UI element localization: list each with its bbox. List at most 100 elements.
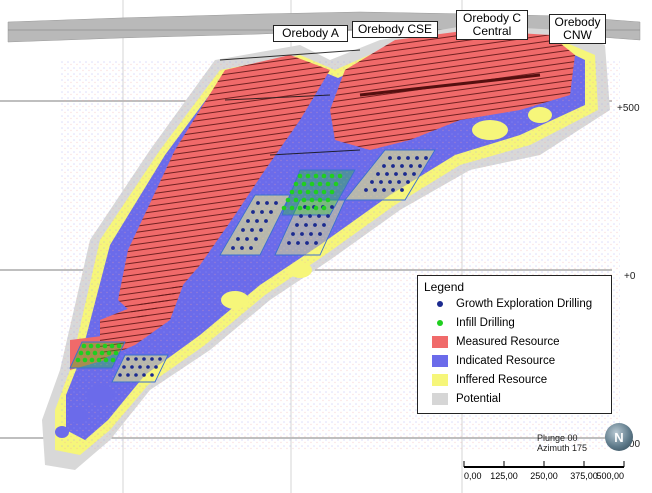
orebody-cnw-label: Orebody CNW [549, 14, 606, 44]
drill-hole-dot [313, 189, 319, 195]
drill-hole-dot [317, 214, 321, 218]
drill-hole-dot [337, 173, 343, 179]
drill-hole-dot [89, 357, 95, 363]
drill-hole-dot [329, 189, 335, 195]
drill-hole-dot [293, 181, 299, 187]
drill-hole-dot [317, 197, 323, 203]
drill-hole-dot [305, 241, 309, 245]
swatch-icon [432, 355, 448, 367]
drill-hole-dot [245, 237, 249, 241]
drill-hole-dot [250, 228, 254, 232]
scale-bar: 0,00 125,00 250,00 375,00500,00 [463, 461, 625, 481]
legend-item-label: Inffered Resource [456, 374, 548, 386]
drill-hole-dot [295, 223, 299, 227]
drill-hole-dot [329, 173, 335, 179]
view-orientation: Plunge 00 Azimuth 175 [537, 433, 587, 453]
drill-hole-dot [130, 365, 134, 369]
drill-hole-dot [313, 173, 319, 179]
scale-tick-label: 125,00 [490, 471, 518, 481]
scale-tick-label: 500,00 [596, 471, 624, 481]
legend-item-indicated: Indicated Resource [432, 353, 555, 369]
drill-hole-dot [333, 181, 339, 187]
swatch-icon [432, 393, 448, 405]
drill-hole-dot [118, 373, 122, 377]
drill-hole-dot [382, 188, 386, 192]
drill-hole-dot [264, 219, 268, 223]
legend-title: Legend [424, 280, 465, 294]
dot-icon [437, 301, 443, 307]
drill-hole-dot [109, 343, 115, 349]
drill-hole-dot [95, 343, 101, 349]
drill-hole-dot [81, 343, 87, 349]
drill-hole-dot [415, 156, 419, 160]
scale-tick-label: 250,00 [530, 471, 558, 481]
drill-hole-dot [321, 205, 327, 211]
drill-hole-dot [391, 188, 395, 192]
legend-item-label: Infill Drilling [456, 317, 515, 329]
drill-hole-dot [364, 188, 368, 192]
drill-hole-dot [325, 197, 331, 203]
drill-hole-dot [394, 172, 398, 176]
drill-hole-dot [249, 246, 253, 250]
drill-hole-dot [289, 189, 295, 195]
drill-hole-dot [299, 214, 303, 218]
drill-hole-dot [99, 350, 105, 356]
drill-hole-dot [231, 246, 235, 250]
drill-hole-dot [400, 164, 404, 168]
azimuth-text: Azimuth 175 [537, 443, 588, 453]
drill-hole-dot [116, 343, 122, 349]
drill-hole-dot [318, 232, 322, 236]
drill-hole-dot [305, 173, 311, 179]
drill-hole-dot [388, 180, 392, 184]
drill-hole-dot [293, 197, 299, 203]
legend-item-measured: Measured Resource [432, 334, 560, 350]
drill-hole-dot [254, 237, 258, 241]
drill-hole-dot [154, 365, 158, 369]
drill-hole-dot [289, 205, 295, 211]
drill-hole-dot [150, 373, 154, 377]
drill-hole-dot [106, 350, 112, 356]
drill-hole-dot [309, 197, 315, 203]
drill-hole-dot [397, 180, 401, 184]
drill-hole-dot [92, 350, 98, 356]
drill-hole-dot [314, 241, 318, 245]
drill-hole-dot [304, 223, 308, 227]
drill-hole-dot [296, 241, 300, 245]
drill-hole-dot [96, 357, 102, 363]
drill-hole-dot [373, 188, 377, 192]
drill-hole-dot [300, 232, 304, 236]
drill-hole-dot [406, 156, 410, 160]
drill-hole-dot [321, 173, 327, 179]
drill-hole-dot [142, 357, 146, 361]
drill-hole-dot [246, 219, 250, 223]
drill-hole-dot [265, 201, 269, 205]
drill-hole-dot [126, 357, 130, 361]
drill-hole-dot [388, 156, 392, 160]
drill-hole-dot [313, 223, 317, 227]
orebody-long-section [0, 0, 641, 493]
drill-hole-dot [301, 197, 307, 203]
drill-hole-dot [134, 373, 138, 377]
drill-hole-dot [291, 232, 295, 236]
plunge-text: Plunge 00 [537, 433, 578, 443]
drill-hole-dot [88, 343, 94, 349]
drill-hole-dot [297, 173, 303, 179]
legend-item-infill-drilling: Infill Drilling [432, 315, 515, 331]
drill-hole-dot [326, 214, 330, 218]
drill-hole-dot [240, 246, 244, 250]
drill-hole-dot [325, 181, 331, 187]
drill-hole-dot [287, 241, 291, 245]
drill-hole-dot [317, 181, 323, 187]
swatch-icon [432, 374, 448, 386]
drill-hole-dot [403, 172, 407, 176]
drill-hole-dot [150, 357, 154, 361]
drill-hole-dot [379, 180, 383, 184]
drill-hole-dot [255, 219, 259, 223]
drill-hole-dot [85, 350, 91, 356]
drill-hole-dot [424, 156, 428, 160]
drill-hole-dot [301, 181, 307, 187]
drill-hole-dot [138, 365, 142, 369]
orebody-c-central-label: Orebody C Central [456, 10, 528, 40]
drill-hole-dot [391, 164, 395, 168]
drill-hole-dot [236, 237, 240, 241]
